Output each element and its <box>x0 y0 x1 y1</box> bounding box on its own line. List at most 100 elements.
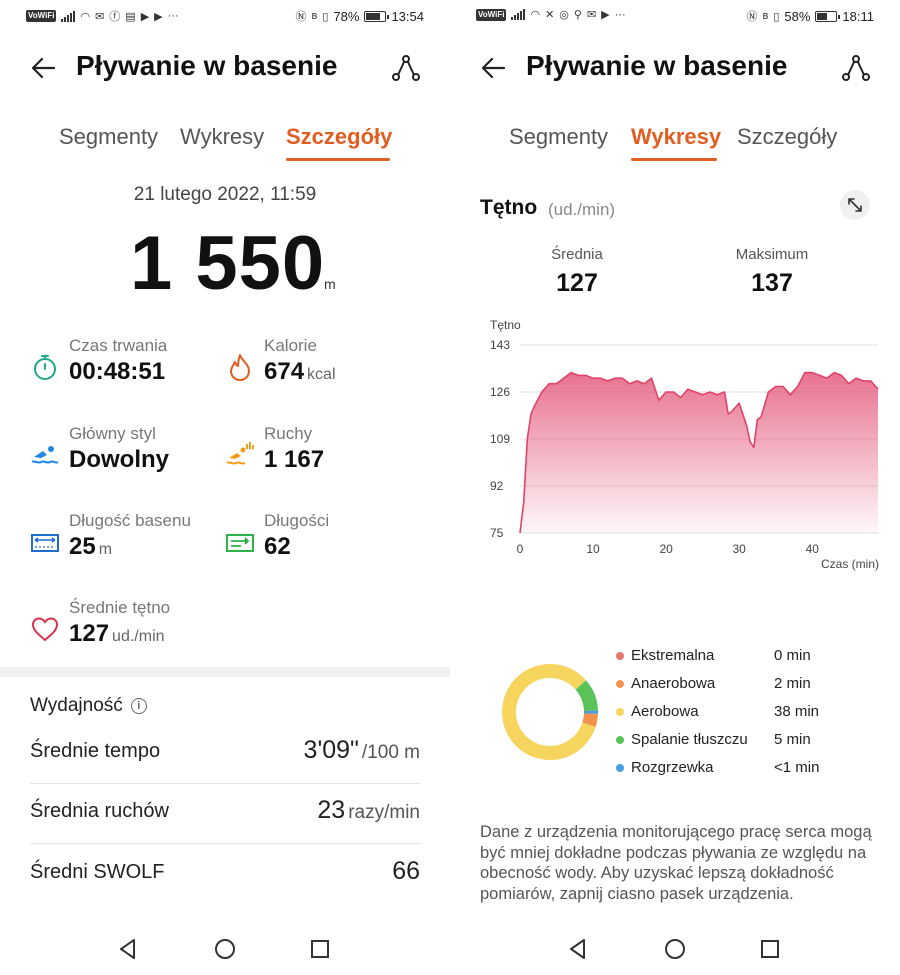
system-nav-bar <box>0 930 450 970</box>
stat-value: 62 <box>264 533 291 560</box>
stat-laps: Długości 62 <box>225 511 415 571</box>
perf-label: Średni SWOLF <box>30 861 165 883</box>
vibrate-icon: ▯ <box>322 10 329 23</box>
more-icon: ··· <box>614 8 626 21</box>
zone-name: Aerobowa <box>631 703 699 720</box>
perf-label: Średnie tempo <box>30 740 161 762</box>
zone-row-anaerobic: Anaerobowa 2 min <box>616 674 866 702</box>
zone-row-extreme: Ekstremalna 0 min <box>616 646 866 674</box>
stat-label: Średnie tętno <box>69 598 171 617</box>
distance-unit: m <box>324 276 336 292</box>
nav-back-icon[interactable] <box>115 936 141 962</box>
page-title: Pływanie w basenie <box>76 50 338 81</box>
bluetooth-icon: ʙ <box>762 10 769 22</box>
stat-pool-length: Długość basenu 25 m <box>30 511 220 571</box>
route-icon[interactable] <box>840 52 872 84</box>
tab-segments[interactable]: Segmenty <box>59 124 158 150</box>
donut-segment <box>502 664 598 760</box>
perf-value: 3'09"/100 m <box>303 736 420 764</box>
y-tick-label: 75 <box>490 526 504 540</box>
y-axis-label: Tętno <box>490 318 521 332</box>
nav-home-icon[interactable] <box>662 936 688 962</box>
perf-value: 23 razy/min <box>317 796 420 824</box>
back-arrow-icon[interactable] <box>478 52 510 84</box>
nav-back-icon[interactable] <box>565 936 591 962</box>
youtube-icon: ▶ <box>140 10 150 23</box>
stat-value: 1 167 <box>264 446 325 473</box>
back-arrow-icon[interactable] <box>28 52 60 84</box>
performance-title: Wydajność i <box>30 695 147 717</box>
nfc-icon: Ⓝ <box>746 11 758 23</box>
laps-icon <box>226 534 254 552</box>
details-screen: VoWiFi ◠ ✉ ⓕ ▤ ▶ ▶ ··· Ⓝ ʙ ▯ 78% 13:54 P… <box>0 0 450 975</box>
chrome-icon: ◎ <box>559 9 569 21</box>
tab-segments[interactable]: Segmenty <box>509 124 608 150</box>
hr-zone-legend: Ekstremalna 0 min Anaerobowa 2 min Aerobow… <box>616 646 866 786</box>
stat-avg-hr: Średnie tętno 127 ud./min <box>30 598 220 658</box>
x-tick-label: 20 <box>659 542 673 556</box>
heart-icon <box>31 617 59 642</box>
app-icon: ▤ <box>125 10 136 23</box>
tab-details[interactable]: Szczegóły <box>286 124 392 150</box>
zone-row-aerobic: Aerobowa 38 min <box>616 702 866 730</box>
location-icon: ⚲ <box>573 9 582 21</box>
vowifi-badge: VoWiFi <box>26 10 57 22</box>
zone-dot <box>616 736 624 744</box>
stat-value: Dowolny <box>69 446 169 473</box>
workout-date: 21 lutego 2022, 11:59 <box>133 184 317 205</box>
swimmer-icon <box>31 446 59 464</box>
stat-label: Czas trwania <box>69 336 168 355</box>
clock: 18:11 <box>842 8 874 24</box>
stat-label: Długości <box>264 511 330 530</box>
tab-bar: Segmenty Wykresy Szczegóły <box>0 124 450 164</box>
route-icon[interactable] <box>390 52 422 84</box>
tab-charts[interactable]: Wykresy <box>631 124 721 150</box>
youtube-icon: ▶ <box>601 9 610 21</box>
zone-name: Spalanie tłuszczu <box>631 731 748 748</box>
perf-row-swolf: Średni SWOLF 66 <box>30 845 420 905</box>
stroke-count-icon <box>226 442 254 465</box>
y-tick-label: 126 <box>490 385 510 399</box>
nav-home-icon[interactable] <box>212 936 238 962</box>
stat-label: Długość basenu <box>69 511 191 530</box>
zone-dot <box>616 680 624 688</box>
section-divider <box>0 667 450 677</box>
x-tick-label: 40 <box>806 542 820 556</box>
stat-value: 00:48:51 <box>69 358 166 385</box>
flame-icon <box>230 354 250 381</box>
stat-strokes: Ruchy 1 167 <box>225 424 415 484</box>
more-icon: ··· <box>167 10 179 22</box>
wifi-icon: ◠ <box>80 10 91 23</box>
perf-value: 66 <box>392 857 420 885</box>
stat-label: Ruchy <box>264 424 313 443</box>
tab-bar: Segmenty Wykresy Szczegóły <box>450 124 900 164</box>
hr-max: Maksimum 137 <box>697 246 847 298</box>
battery-percent: 78% <box>333 8 360 24</box>
info-icon[interactable]: i <box>130 698 147 714</box>
battery-icon <box>364 10 390 22</box>
zone-dot <box>616 652 624 660</box>
status-bar: VoWiFi ◠ ✉ ⓕ ▤ ▶ ▶ ··· Ⓝ ʙ ▯ 78% 13:54 <box>0 0 450 32</box>
stat-calories: Kalorie 674 kcal <box>225 336 415 396</box>
nav-recents-icon[interactable] <box>307 936 333 962</box>
stat-value: 127 ud./min <box>69 620 165 647</box>
expand-icon[interactable] <box>840 190 870 220</box>
app-header: Pływanie w basenie <box>0 46 450 90</box>
active-tab-indicator <box>631 158 717 161</box>
zone-row-warmup: Rozgrzewka <1 min <box>616 758 866 786</box>
y-tick-label: 92 <box>490 479 504 493</box>
stat-main-style: Główny styl Dowolny <box>30 424 220 484</box>
charts-screen: VoWiFi ◠ ✕ ◎ ⚲ ✉ ▶ ··· Ⓝ ʙ ▯ 58% 18:11 P… <box>450 0 900 975</box>
perf-row-stroke-rate: Średnia ruchów 23 razy/min <box>30 784 420 844</box>
zone-time: <1 min <box>774 759 820 776</box>
nav-recents-icon[interactable] <box>757 936 783 962</box>
x-tick-label: 0 <box>517 542 524 556</box>
tab-charts[interactable]: Wykresy <box>180 124 264 150</box>
clock: 13:54 <box>391 8 424 24</box>
vibrate-icon: ▯ <box>773 10 780 23</box>
stat-label: Główny styl <box>69 424 156 443</box>
wifi-icon: ◠ <box>530 9 541 21</box>
hr-max-label: Maksimum <box>735 246 809 263</box>
tab-details[interactable]: Szczegóły <box>737 124 837 150</box>
perf-label: Średnia ruchów <box>30 800 169 822</box>
